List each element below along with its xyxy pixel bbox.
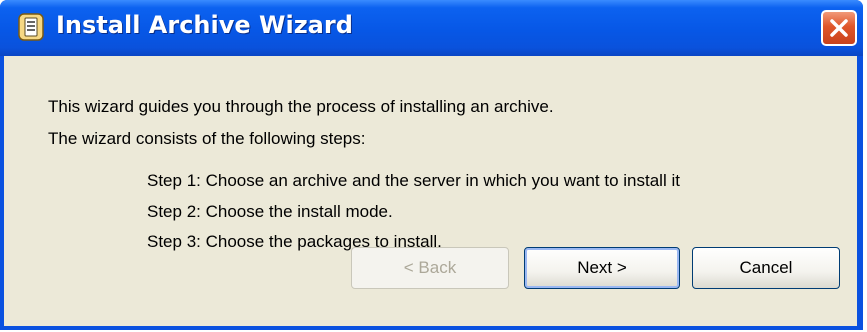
intro-text-line-1: This wizard guides you through the proce… [48,97,554,116]
archive-wizard-icon [18,13,44,41]
step-2-text: Step 2: Choose the install mode. [147,202,393,221]
window-title: Install Archive Wizard [56,11,353,39]
back-button[interactable]: < Back [351,247,509,289]
intro-text-line-2: The wizard consists of the following ste… [48,129,366,148]
cancel-button[interactable]: Cancel [692,247,840,289]
title-bar[interactable]: Install Archive Wizard [0,0,863,56]
close-icon [830,19,848,37]
next-button[interactable]: Next > [524,247,680,289]
step-1-text: Step 1: Choose an archive and the server… [147,171,680,190]
wizard-body: This wizard guides you through the proce… [4,56,857,326]
close-button[interactable] [821,10,857,46]
wizard-window: Install Archive Wizard This wizard guide… [0,0,863,330]
